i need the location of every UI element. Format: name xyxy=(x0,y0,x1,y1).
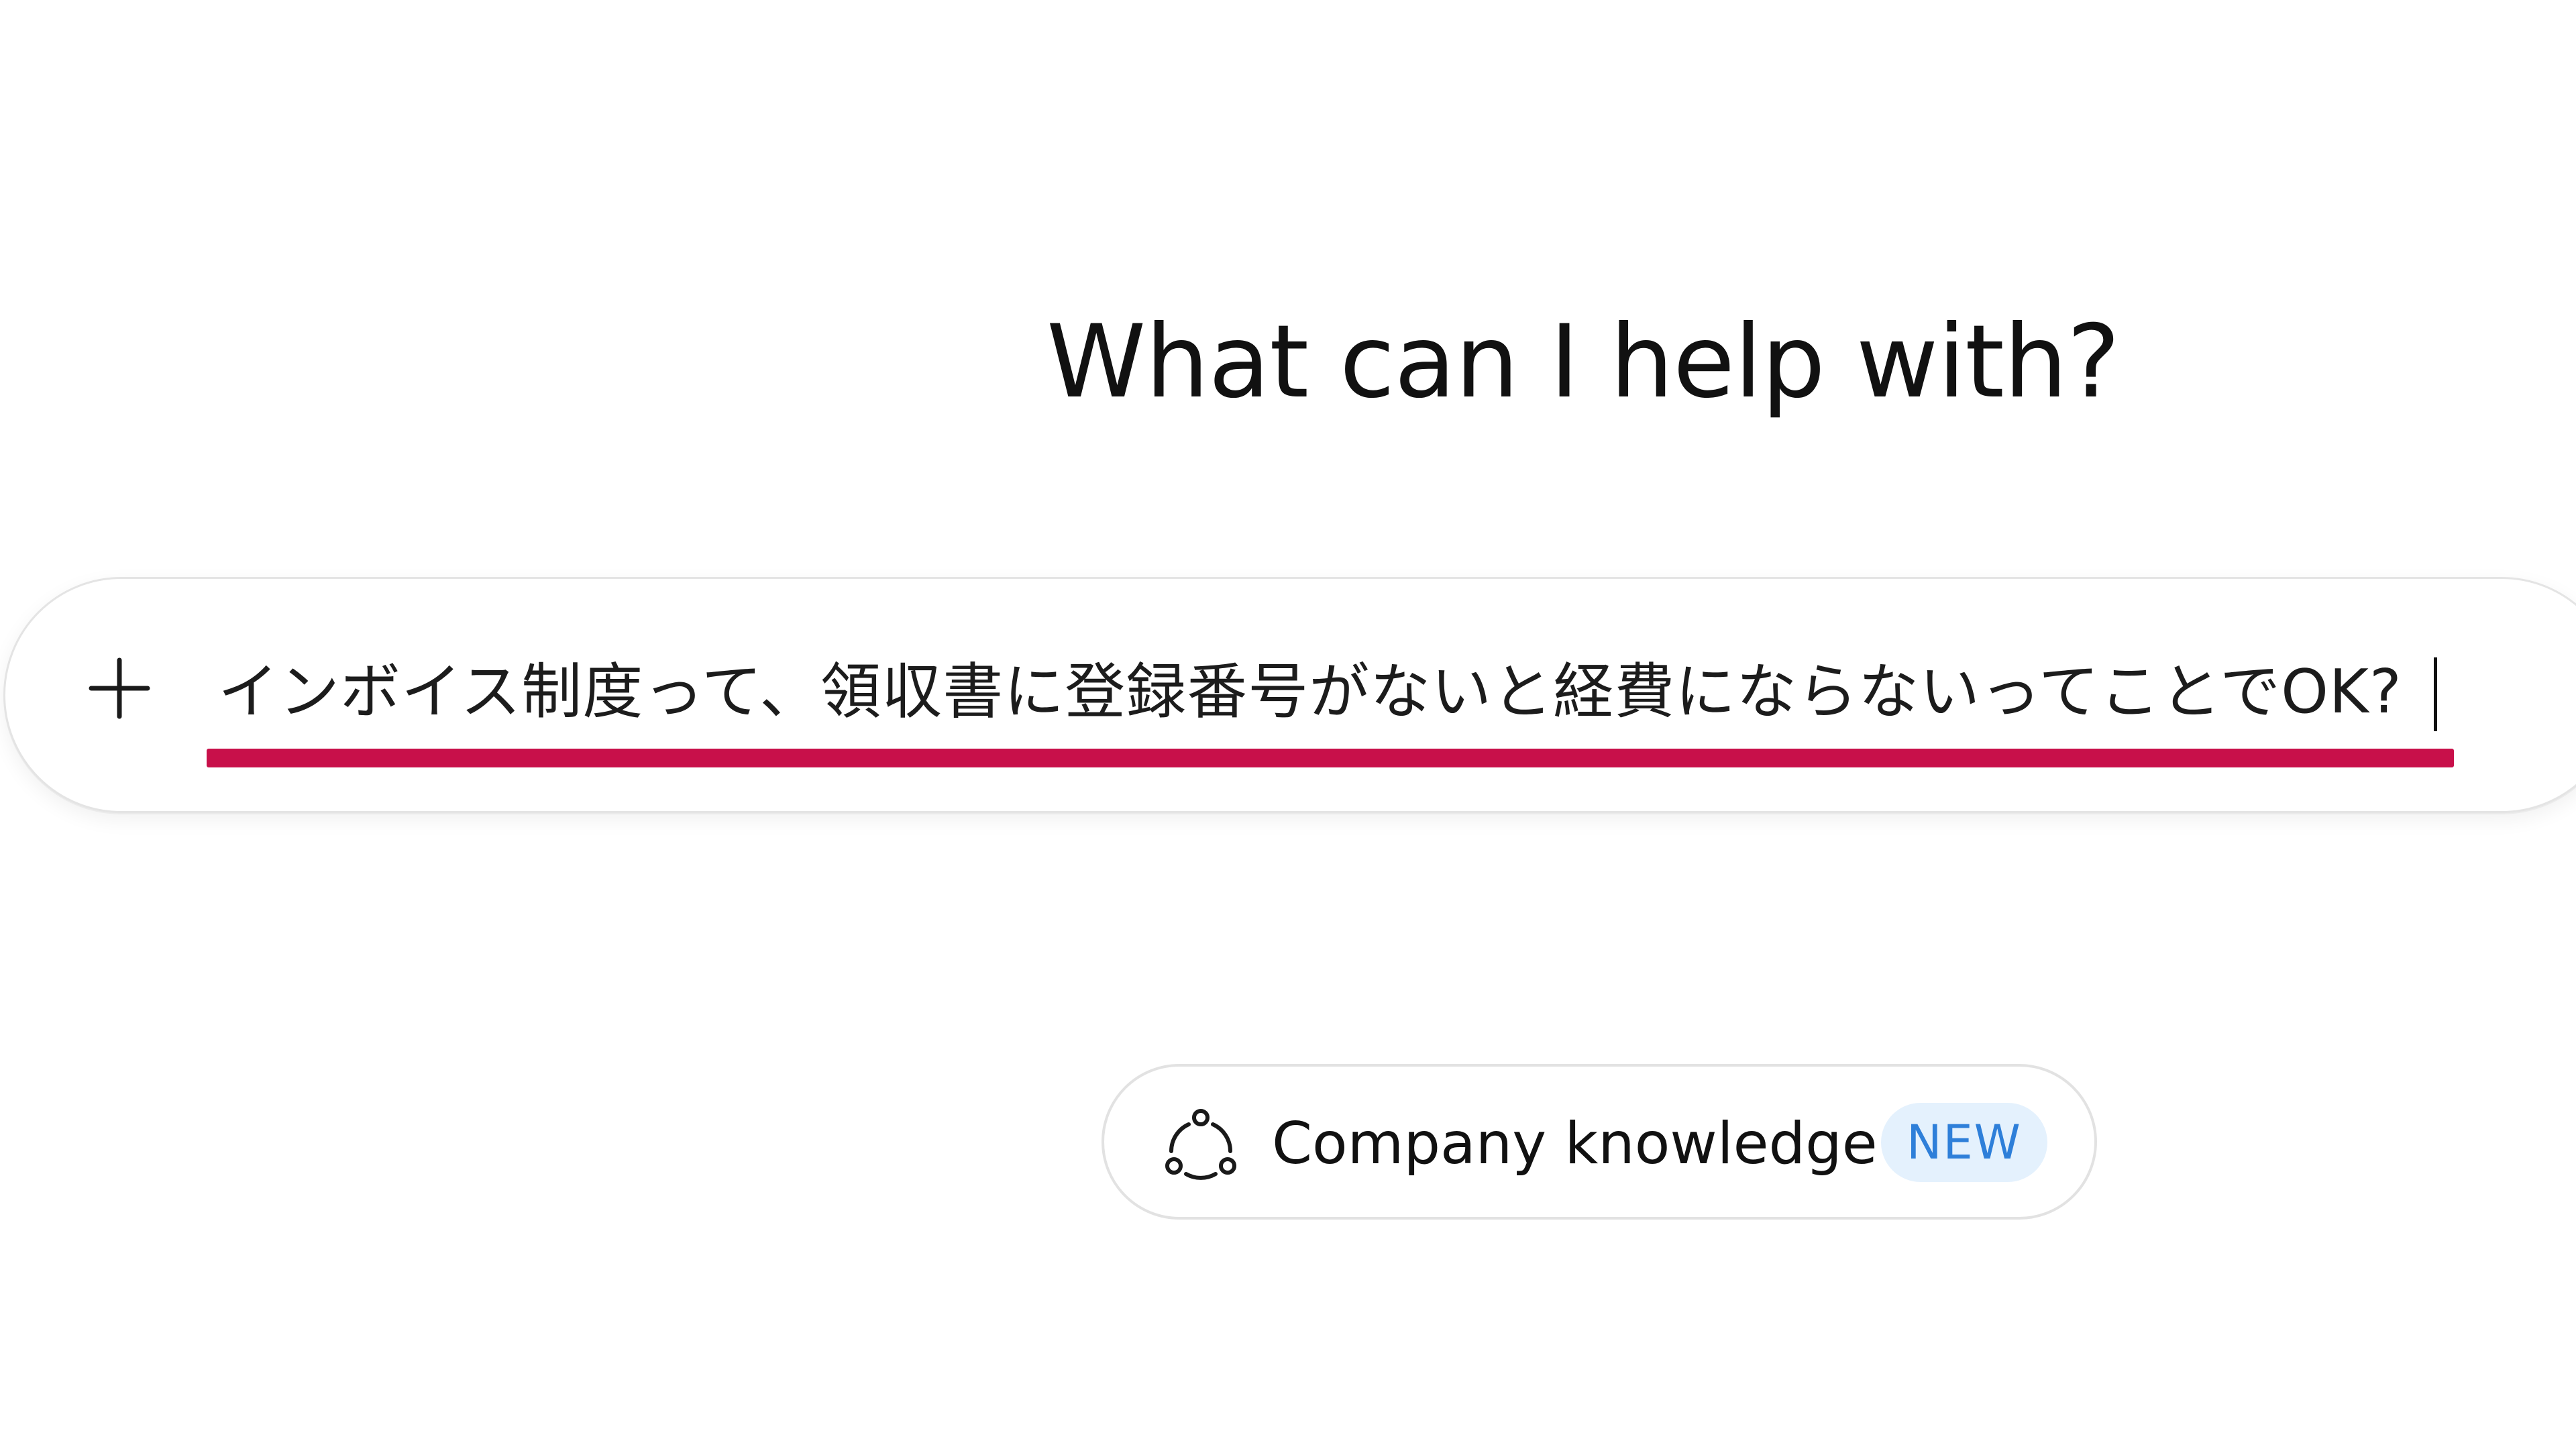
prompt-input[interactable]: インボイス制度って、領収書に登録番号がないと経費にならないってことでOK? xyxy=(218,652,2402,733)
plus-icon xyxy=(89,657,150,719)
add-attachment-button[interactable] xyxy=(79,648,160,729)
text-caret xyxy=(2434,657,2437,731)
text-highlight-underline xyxy=(207,749,2454,767)
new-badge: NEW xyxy=(1881,1103,2047,1182)
page-title: What can I help with? xyxy=(1046,304,2121,421)
connections-icon xyxy=(1165,1109,1236,1180)
company-knowledge-button[interactable]: Company knowledge NEW xyxy=(1102,1064,2097,1220)
chat-home: What can I help with? インボイス制度って、領収書に登録番号… xyxy=(0,0,2576,1449)
company-knowledge-label: Company knowledge xyxy=(1272,1110,1878,1177)
